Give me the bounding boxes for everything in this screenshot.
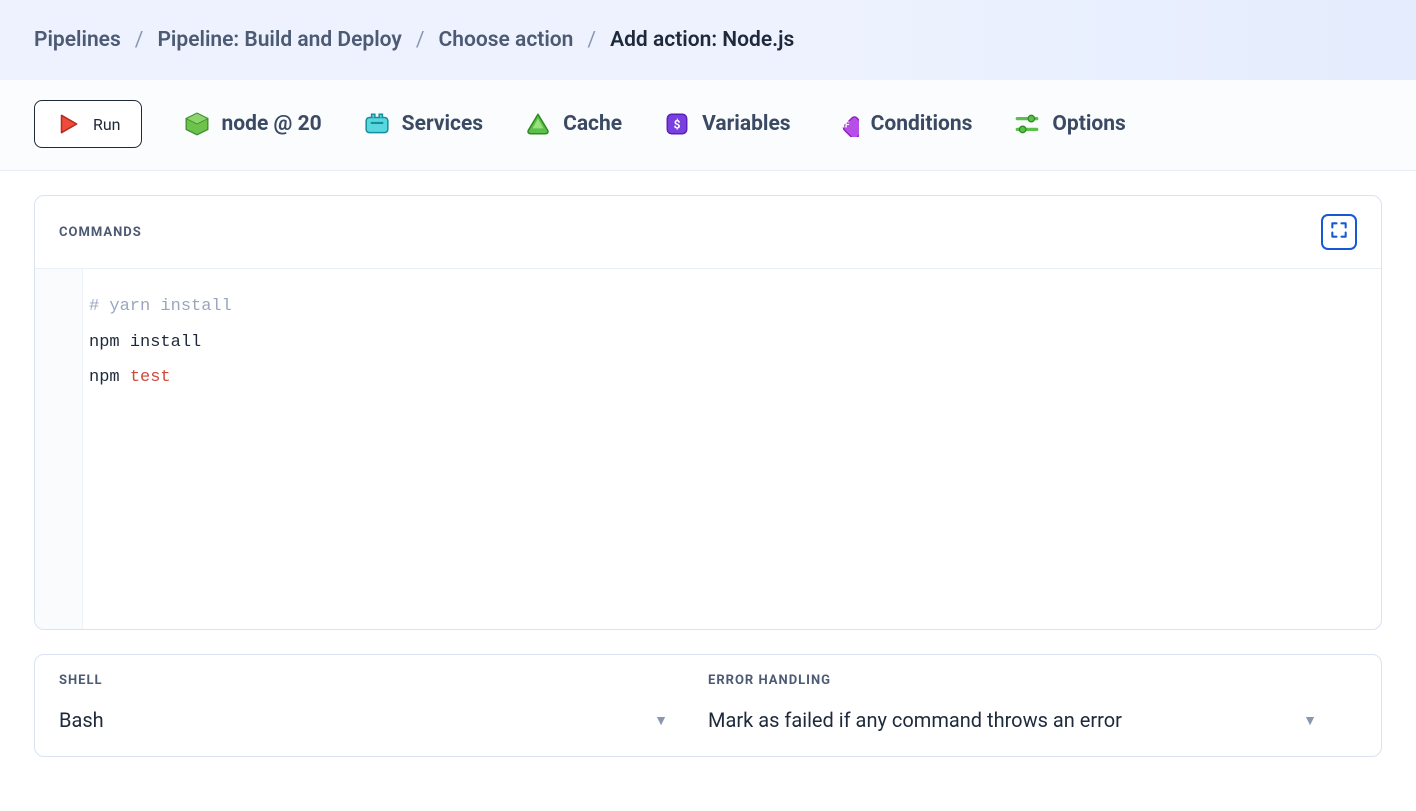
chevron-down-icon: ▼	[1303, 712, 1317, 729]
breadcrumb: Pipelines / Pipeline: Build and Deploy /…	[34, 28, 794, 52]
chevron-down-icon: ▼	[654, 712, 668, 729]
header-bar: Pipelines / Pipeline: Build and Deploy /…	[0, 0, 1416, 80]
tab-variables[interactable]: $ Variables	[664, 111, 790, 137]
expand-button[interactable]	[1321, 214, 1357, 250]
tab-conditions[interactable]: IF Conditions	[833, 111, 973, 137]
shell-error-panel: SHELL Bash ▼ ERROR HANDLING Mark as fail…	[34, 654, 1382, 757]
expand-icon	[1329, 220, 1349, 244]
breadcrumb-pipelines[interactable]: Pipelines	[34, 28, 121, 52]
conditions-icon: IF	[833, 111, 859, 137]
tab-services[interactable]: Services	[364, 111, 483, 137]
error-handling-dropdown[interactable]: Mark as failed if any command throws an …	[708, 708, 1357, 732]
shell-column: SHELL Bash ▼	[59, 673, 708, 732]
error-handling-value: Mark as failed if any command throws an …	[708, 708, 1122, 732]
cache-icon	[525, 111, 551, 137]
tab-options-label: Options	[1052, 112, 1125, 136]
tab-cache-label: Cache	[563, 112, 622, 136]
tab-cache[interactable]: Cache	[525, 111, 622, 137]
breadcrumb-separator: /	[416, 28, 425, 52]
commands-panel-header: COMMANDS	[35, 196, 1381, 269]
breadcrumb-current: Add action: Node.js	[610, 28, 794, 52]
tab-run-label: Run	[93, 115, 121, 134]
tab-options[interactable]: Options	[1014, 111, 1125, 137]
error-handling-column: ERROR HANDLING Mark as failed if any com…	[708, 673, 1357, 732]
variables-icon: $	[664, 111, 690, 137]
breadcrumb-choose-action[interactable]: Choose action	[439, 28, 574, 52]
svg-text:IF: IF	[842, 120, 850, 130]
tab-run[interactable]: Run	[34, 100, 142, 148]
shell-label: SHELL	[59, 673, 708, 688]
tab-variables-label: Variables	[702, 112, 790, 136]
tab-services-label: Services	[402, 112, 483, 136]
commands-panel: COMMANDS # yarn install npm install npm …	[34, 195, 1382, 630]
shell-value: Bash	[59, 708, 104, 732]
content-area: COMMANDS # yarn install npm install npm …	[0, 171, 1416, 781]
shell-dropdown[interactable]: Bash ▼	[59, 708, 708, 732]
editor-gutter	[35, 269, 83, 629]
code-line: # yarn install	[89, 289, 1381, 325]
services-icon	[364, 111, 390, 137]
breadcrumb-separator: /	[135, 28, 144, 52]
tabs-bar: Run node @ 20 Services Cache	[0, 80, 1416, 171]
code-area[interactable]: # yarn install npm install npm test	[83, 269, 1381, 629]
commands-editor[interactable]: # yarn install npm install npm test	[35, 269, 1381, 629]
tab-conditions-label: Conditions	[871, 112, 973, 136]
breadcrumb-pipeline-build-deploy[interactable]: Pipeline: Build and Deploy	[157, 28, 401, 52]
node-icon	[184, 111, 210, 137]
code-line: npm test	[89, 360, 1381, 396]
svg-text:$: $	[674, 117, 681, 131]
options-icon	[1014, 111, 1040, 137]
tab-node[interactable]: node @ 20	[184, 111, 322, 137]
play-icon	[55, 111, 81, 137]
commands-title: COMMANDS	[59, 225, 142, 240]
code-line: npm install	[89, 325, 1381, 361]
tab-node-label: node @ 20	[222, 112, 322, 136]
error-handling-label: ERROR HANDLING	[708, 673, 1357, 688]
breadcrumb-separator: /	[587, 28, 596, 52]
